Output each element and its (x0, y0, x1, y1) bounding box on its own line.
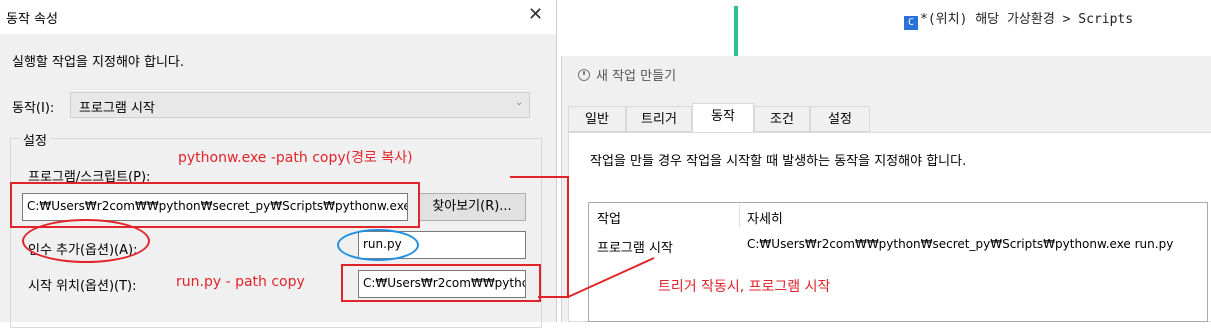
annotation-connectors (510, 176, 655, 298)
connector-to-row (567, 257, 655, 298)
bracket-connector (510, 176, 569, 298)
